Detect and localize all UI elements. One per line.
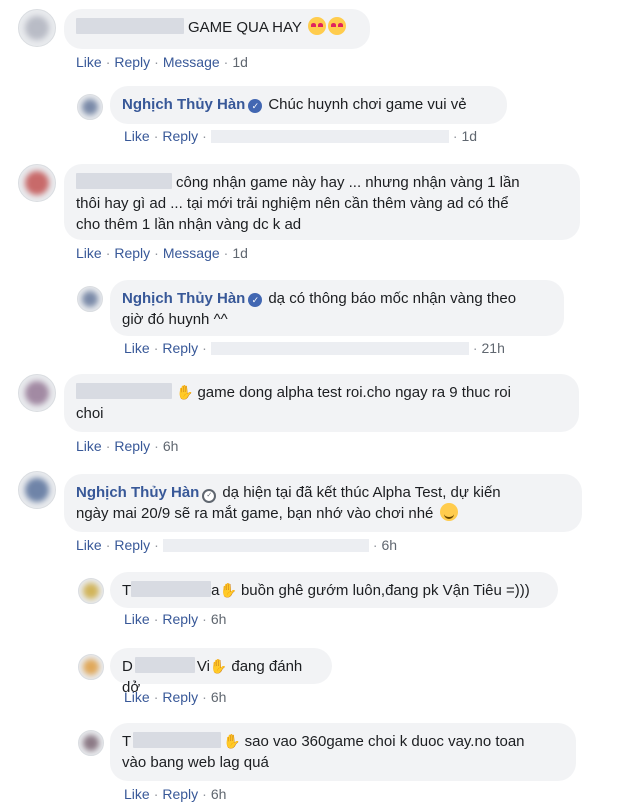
- reply-link[interactable]: Reply: [162, 340, 198, 356]
- commenter-avatar[interactable]: [18, 374, 56, 412]
- author-name[interactable]: Nghịch Thủy Hàn: [122, 96, 245, 113]
- reply-link[interactable]: Reply: [114, 537, 150, 553]
- like-link[interactable]: Like: [124, 340, 150, 356]
- comment-text-line: choi: [76, 405, 104, 422]
- comment-actions: Like · Reply · 6h: [124, 786, 227, 802]
- redacted-name: [134, 657, 195, 673]
- heart-eyes-emoji-icon: [327, 17, 346, 35]
- commenter-name[interactable]: a: [211, 582, 219, 599]
- comment-bubble: Nghịch Thủy Hàn ✓ Chúc huynh chơi game vui…: [110, 86, 507, 124]
- comment-bubble: GAME QUA HAY: [64, 9, 370, 49]
- reply-link[interactable]: Reply: [114, 438, 150, 454]
- timestamp[interactable]: 6h: [211, 689, 227, 705]
- reply-link[interactable]: Reply: [162, 128, 198, 144]
- commenter-name[interactable]: Vi: [197, 658, 210, 675]
- like-link[interactable]: Like: [124, 786, 150, 802]
- commenter-avatar[interactable]: [18, 9, 56, 47]
- redacted-name[interactable]: [76, 383, 172, 399]
- verified-badge-icon: ✓: [248, 99, 263, 113]
- comment-bubble: D Vi✋ đang đánh dở: [110, 648, 332, 696]
- comment-bubble: công nhận game này hay ... nhưng nhận và…: [64, 164, 580, 240]
- comment-text-line: cho thêm 1 lần nhận vàng dc k ad: [76, 216, 302, 233]
- redacted-text: [210, 342, 469, 355]
- timestamp[interactable]: 21h: [482, 340, 505, 356]
- timestamp[interactable]: 1d: [232, 54, 248, 70]
- comment-actions: Like · Reply · 6h: [76, 438, 179, 454]
- like-link[interactable]: Like: [76, 537, 102, 553]
- comment-actions: Like · Reply · Message · 1d: [76, 54, 248, 70]
- timestamp[interactable]: 6h: [211, 786, 227, 802]
- comment-text: buồn ghê gướm luôn,đang pk Vận Tiêu =))): [240, 582, 530, 599]
- redacted-name: [133, 732, 222, 748]
- timestamp[interactable]: 1d: [462, 128, 478, 144]
- comment-actions: Like · Reply · · 6h: [76, 537, 398, 553]
- smile-emoji-icon: [439, 503, 458, 521]
- commenter-avatar[interactable]: [78, 730, 104, 756]
- heart-eyes-emoji-icon: [307, 17, 326, 35]
- comment-text-line: sao vao 360game choi k duoc vay.no toan: [244, 733, 525, 750]
- comment-text-line: giờ đó huynh ^^: [122, 311, 228, 328]
- author-name[interactable]: Nghịch Thủy Hàn: [122, 290, 245, 307]
- comment-text-line: thôi hay gì ad ... tại mới trải nghiệm n…: [76, 195, 509, 212]
- like-link[interactable]: Like: [76, 54, 102, 70]
- timestamp[interactable]: 6h: [211, 611, 227, 627]
- redacted-text: [210, 130, 449, 143]
- page-avatar[interactable]: [77, 286, 103, 312]
- comment-actions: Like · Reply · · 1d: [124, 128, 478, 144]
- reply-link[interactable]: Reply: [162, 611, 198, 627]
- like-link[interactable]: Like: [76, 245, 102, 261]
- wave-hand-icon: ✋: [219, 582, 237, 598]
- comment-text: GAME QUA HAY: [188, 19, 302, 36]
- comment-bubble: Nghịch Thủy Hàn ✓ dạ hiện tại đã kết thúc …: [64, 474, 582, 532]
- comment-bubble: Ta✋ buồn ghê gướm luôn,đang pk Vận Tiêu =…: [110, 572, 558, 608]
- commenter-name[interactable]: D: [122, 658, 133, 675]
- like-link[interactable]: Like: [124, 128, 150, 144]
- reply-link[interactable]: Reply: [162, 786, 198, 802]
- like-link[interactable]: Like: [76, 438, 102, 454]
- commenter-name[interactable]: T: [122, 582, 131, 599]
- comment-actions: Like · Reply · 6h: [124, 689, 227, 705]
- reply-link[interactable]: Reply: [162, 689, 198, 705]
- comment-actions: Like · Reply · 6h: [124, 611, 227, 627]
- verified-badge-icon: ✓: [202, 489, 217, 503]
- like-link[interactable]: Like: [124, 611, 150, 627]
- redacted-name: [131, 581, 212, 597]
- comment-bubble: ✋ game dong alpha test roi.cho ngay ra 9 …: [64, 374, 579, 432]
- comment-text-line: dạ có thông báo mốc nhận vàng theo: [268, 290, 517, 307]
- commenter-avatar[interactable]: [78, 654, 104, 680]
- commenter-avatar[interactable]: [78, 578, 104, 604]
- reply-link[interactable]: Reply: [114, 54, 150, 70]
- timestamp[interactable]: 6h: [382, 537, 398, 553]
- like-link[interactable]: Like: [124, 689, 150, 705]
- commenter-avatar[interactable]: [18, 164, 56, 202]
- wave-hand-icon: ✋: [176, 384, 194, 400]
- timestamp[interactable]: 6h: [163, 438, 179, 454]
- author-name[interactable]: Nghịch Thủy Hàn: [76, 484, 199, 501]
- verified-badge-icon: ✓: [248, 293, 263, 307]
- comment-text-line: ngày mai 20/9 sẽ ra mắt game, bạn nhớ và…: [76, 505, 434, 522]
- page-avatar[interactable]: [77, 94, 103, 120]
- comment-bubble: Nghịch Thủy Hàn ✓ dạ có thông báo mốc nhận…: [110, 280, 564, 336]
- comment-text-line: vào bang web lag quá: [122, 754, 269, 771]
- comment-text-line: công nhận game này hay ... nhưng nhận và…: [176, 174, 520, 191]
- comment-actions: Like · Reply · Message · 1d: [76, 245, 248, 261]
- timestamp[interactable]: 1d: [232, 245, 248, 261]
- message-link[interactable]: Message: [163, 245, 220, 261]
- comment-text-line: game dong alpha test roi.cho ngay ra 9 t…: [197, 384, 511, 401]
- commenter-name[interactable]: T: [122, 733, 131, 750]
- message-link[interactable]: Message: [163, 54, 220, 70]
- comment-text-line: dạ hiện tại đã kết thúc Alpha Test, dự k…: [222, 484, 501, 501]
- redacted-text: [162, 539, 369, 552]
- comment-bubble: T ✋ sao vao 360game choi k duoc vay.no toa…: [110, 723, 576, 781]
- comment-text: Chúc huynh chơi game vui vẻ: [268, 96, 467, 113]
- wave-hand-icon: ✋: [209, 658, 228, 674]
- redacted-name[interactable]: [76, 18, 184, 34]
- reply-link[interactable]: Reply: [114, 245, 150, 261]
- wave-hand-icon: ✋: [223, 733, 241, 749]
- redacted-name[interactable]: [76, 173, 172, 189]
- page-avatar[interactable]: [18, 471, 56, 509]
- comment-actions: Like · Reply · · 21h: [124, 340, 505, 356]
